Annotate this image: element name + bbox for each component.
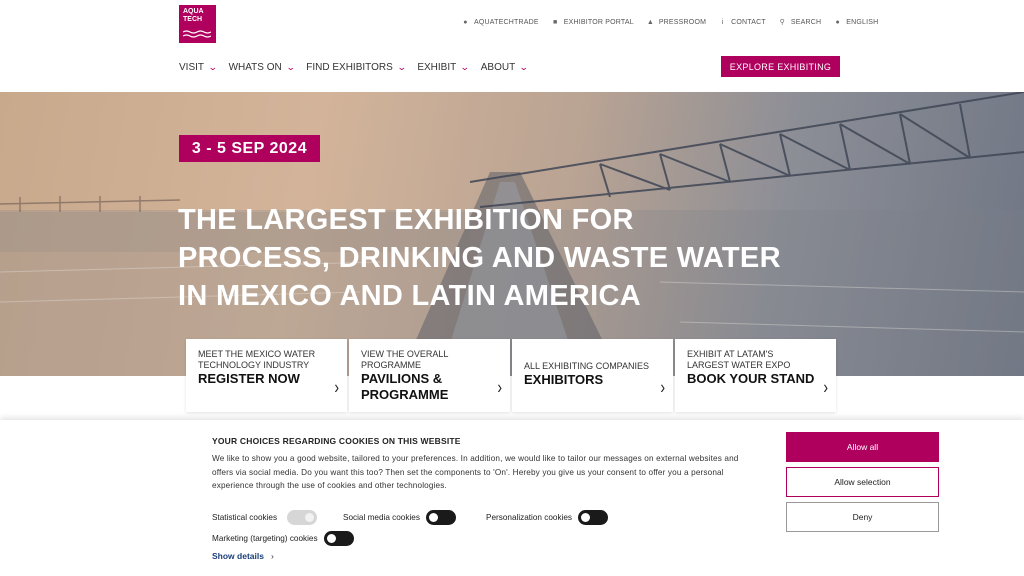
utility-link-contact[interactable]: i CONTACT <box>719 19 766 26</box>
nav-label: VISIT <box>179 62 205 73</box>
utility-link-label: PRESSROOM <box>658 19 707 26</box>
quick-links: MEET THE MEXICO WATER TECHNOLOGY INDUSTR… <box>186 339 836 412</box>
nav-item-visit[interactable]: VISIT ⌄ <box>179 62 218 73</box>
statistical-cookies-option: Statistical cookies <box>212 510 318 525</box>
chevron-down-icon: ⌄ <box>460 62 470 72</box>
personalization-cookies-toggle[interactable] <box>578 510 609 525</box>
card-subtitle: VIEW THE OVERALL PROGRAMME <box>361 349 449 370</box>
cookie-consent-panel: YOUR CHOICES REGARDING COOKIES ON THIS W… <box>0 420 1024 576</box>
cookie-title: YOUR CHOICES REGARDING COOKIES ON THIS W… <box>212 436 461 446</box>
nav-label: EXHIBIT <box>417 62 457 73</box>
utility-link-label: ENGLISH <box>846 19 879 26</box>
utility-link-label: SEARCH <box>790 19 822 26</box>
utility-nav: ● AQUATECHTRADE ■ EXHIBITOR PORTAL ▲ PRE… <box>462 19 878 26</box>
chevron-down-icon: ⌄ <box>207 62 218 72</box>
aquatech-logo[interactable]: AQUA TECH <box>179 5 216 43</box>
chevron-right-icon: › <box>497 376 502 398</box>
site-header: AQUA TECH ● AQUATECHTRADE ■ EXHIBITOR PO… <box>0 0 1024 92</box>
headline-line-1: THE LARGEST EXHIBITION FOR <box>178 204 634 236</box>
toggle-label: Marketing (targeting) cookies <box>212 534 318 543</box>
megaphone-icon: ▲ <box>646 19 654 26</box>
headline-line-3: IN MEXICO AND LATIN AMERICA <box>178 280 641 312</box>
search-icon: ⚲ <box>779 19 785 26</box>
hero-headline: THE LARGEST EXHIBITION FOR PROCESS, DRIN… <box>178 201 858 315</box>
event-date-badge: 3 - 5 SEP 2024 <box>179 135 320 162</box>
nav-item-whats-on[interactable]: WHATS ON ⌄ <box>228 62 296 73</box>
card-exhibitors[interactable]: ALL EXHIBITING COMPANIES EXHIBITORS › <box>512 339 673 412</box>
chevron-right-icon: › <box>334 376 339 398</box>
card-register-now[interactable]: MEET THE MEXICO WATER TECHNOLOGY INDUSTR… <box>186 339 347 412</box>
nav-item-exhibit[interactable]: EXHIBIT ⌄ <box>417 62 470 73</box>
card-title: EXHIBITORS <box>524 372 604 387</box>
utility-link-search[interactable]: ⚲ SEARCH <box>779 19 821 26</box>
card-subtitle: EXHIBIT AT LATAM'S LARGEST WATER EXPO <box>687 349 791 370</box>
card-subtitle: MEET THE MEXICO WATER TECHNOLOGY INDUSTR… <box>198 349 316 370</box>
explore-exhibiting-button[interactable]: EXPLORE EXHIBITING <box>721 56 840 77</box>
deny-button[interactable]: Deny <box>786 502 939 532</box>
utility-link-pressroom[interactable]: ▲ PRESSROOM <box>647 19 706 26</box>
chevron-down-icon: ⌄ <box>396 62 407 72</box>
utility-link-aquatechtrade[interactable]: ● AQUATECHTRADE <box>462 19 539 26</box>
language-selector[interactable]: ● ENGLISH <box>834 19 879 26</box>
nav-label: ABOUT <box>480 62 516 73</box>
utility-link-exhibitor-portal[interactable]: ■ EXHIBITOR PORTAL <box>552 19 634 26</box>
card-subtitle: ALL EXHIBITING COMPANIES <box>524 361 650 371</box>
statistical-cookies-toggle <box>287 510 318 525</box>
card-pavilions-programme[interactable]: VIEW THE OVERALL PROGRAMME PAVILIONS & P… <box>349 339 510 412</box>
nav-item-find-exhibitors[interactable]: FIND EXHIBITORS ⌄ <box>306 62 407 73</box>
chevron-right-icon: › <box>660 376 665 398</box>
lock-icon: ■ <box>552 19 558 26</box>
chevron-right-icon: › <box>823 376 828 398</box>
show-details-label: Show details <box>212 551 264 561</box>
nav-label: FIND EXHIBITORS <box>306 62 393 73</box>
card-book-your-stand[interactable]: EXHIBIT AT LATAM'S LARGEST WATER EXPO BO… <box>675 339 836 412</box>
toggle-label: Personalization cookies <box>486 513 573 522</box>
headline-line-2: PROCESS, DRINKING AND WASTE WATER <box>178 242 781 274</box>
utility-link-label: CONTACT <box>731 19 766 26</box>
logo-wave-icon <box>183 30 211 38</box>
nav-item-about[interactable]: ABOUT ⌄ <box>480 62 529 73</box>
nav-label: WHATS ON <box>228 62 282 73</box>
social-media-cookies-toggle[interactable] <box>425 510 456 525</box>
logo-line-1: AQUA <box>183 8 204 15</box>
globe-icon: ● <box>835 19 840 26</box>
utility-link-label: EXHIBITOR PORTAL <box>563 19 634 26</box>
main-nav: VISIT ⌄ WHATS ON ⌄ FIND EXHIBITORS ⌄ EXH… <box>179 62 529 73</box>
card-title: BOOK YOUR STAND <box>687 371 815 386</box>
cookie-description: We like to show you a good website, tail… <box>212 454 739 490</box>
toggle-label: Statistical cookies <box>212 513 278 522</box>
allow-all-button[interactable]: Allow all <box>786 432 939 462</box>
globe-icon: ● <box>463 19 468 26</box>
utility-link-label: AQUATECHTRADE <box>474 19 539 26</box>
chevron-down-icon: ⌄ <box>285 62 296 72</box>
chevron-right-icon: › <box>270 551 274 561</box>
marketing-cookies-toggle[interactable] <box>323 531 354 546</box>
social-media-cookies-option: Social media cookies <box>343 510 456 525</box>
personalization-cookies-option: Personalization cookies <box>486 510 609 525</box>
marketing-cookies-option: Marketing (targeting) cookies <box>212 531 354 546</box>
card-title: PAVILIONS & PROGRAMME <box>361 371 449 402</box>
toggle-label: Social media cookies <box>343 513 420 522</box>
hero-banner: 3 - 5 SEP 2024 THE LARGEST EXHIBITION FO… <box>0 92 1024 376</box>
show-details-link[interactable]: Show details › <box>212 551 274 561</box>
info-icon: i <box>721 19 724 26</box>
logo-line-2: TECH <box>183 16 203 23</box>
chevron-down-icon: ⌄ <box>519 62 529 72</box>
card-title: REGISTER NOW <box>198 371 300 386</box>
allow-selection-button[interactable]: Allow selection <box>786 467 939 497</box>
